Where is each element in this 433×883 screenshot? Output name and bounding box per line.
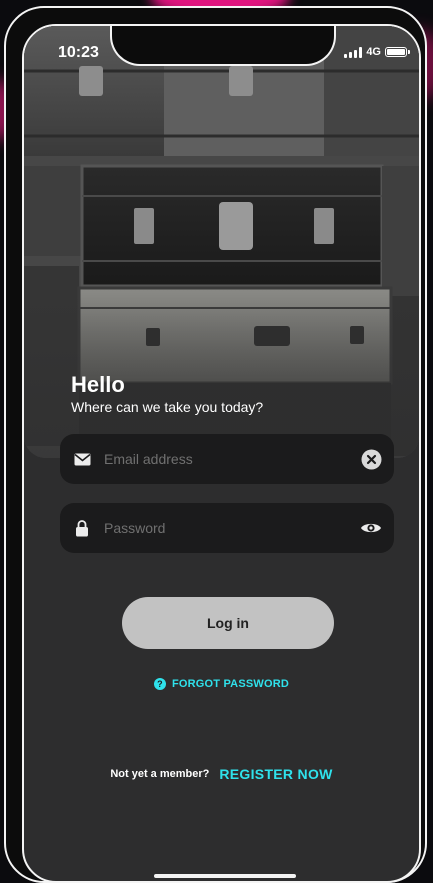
network-type: 4G xyxy=(366,46,381,58)
forgot-password-link[interactable]: ? FORGOT PASSWORD xyxy=(24,678,419,690)
register-prompt: Not yet a member? xyxy=(110,768,210,780)
app-screen: 10:23 4G Hello Where can we take you tod… xyxy=(22,24,421,883)
password-input[interactable] xyxy=(102,519,360,537)
battery-icon xyxy=(385,47,410,57)
eye-icon[interactable] xyxy=(360,517,382,539)
register-row: Not yet a member? REGISTER NOW xyxy=(24,766,419,782)
email-input[interactable] xyxy=(102,450,360,468)
phone-frame: 10:23 4G Hello Where can we take you tod… xyxy=(4,6,427,883)
notch xyxy=(110,26,336,66)
password-field[interactable] xyxy=(60,503,394,553)
greeting-subtitle: Where can we take you today? xyxy=(71,399,264,415)
question-icon: ? xyxy=(153,678,166,690)
email-field[interactable] xyxy=(60,434,394,484)
clear-icon[interactable] xyxy=(360,448,382,470)
register-now-link[interactable]: REGISTER NOW xyxy=(219,766,332,782)
forgot-password-label: FORGOT PASSWORD xyxy=(171,678,290,690)
greeting-title: Hello xyxy=(71,372,125,397)
envelope-icon xyxy=(72,449,92,469)
lock-icon xyxy=(72,518,92,538)
status-time: 10:23 xyxy=(58,44,99,61)
status-indicators: 4G xyxy=(344,46,410,58)
home-indicator[interactable] xyxy=(154,874,296,878)
login-button[interactable]: Log in xyxy=(122,597,334,649)
signal-icon xyxy=(344,46,363,58)
